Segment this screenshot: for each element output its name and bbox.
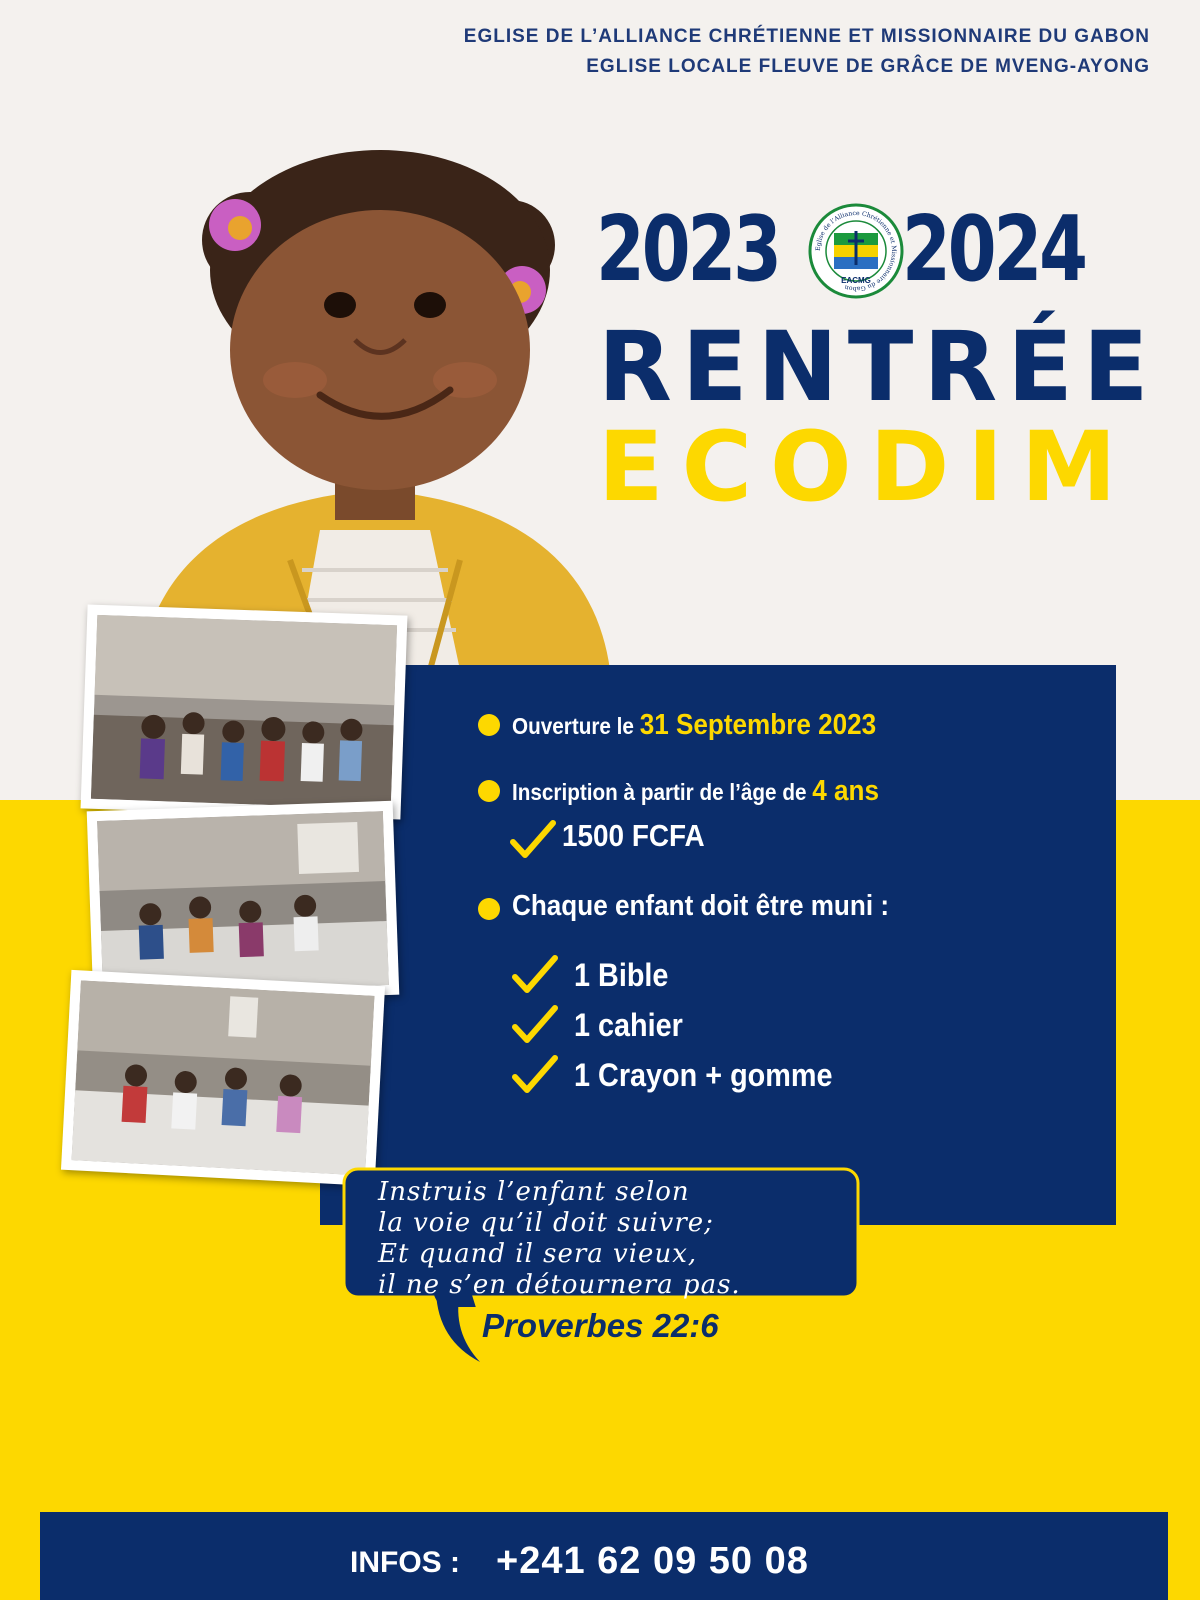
supply-item: 1 cahier (574, 1007, 683, 1043)
checkmark-icon (512, 955, 558, 993)
bubble-tail (436, 1292, 480, 1362)
verse-text: Instruis l’enfant selon la voie qu’il do… (378, 1177, 848, 1301)
checkmark-icon (510, 820, 556, 858)
fee-amount: 1500 FCFA (562, 818, 705, 853)
school-years: 2023 Eglise de l’Alliance Chrétienne et … (596, 195, 1116, 305)
verse-reference: Proverbes 22:6 (482, 1307, 719, 1344)
opening-date: 31 Septembre 2023 (639, 709, 877, 741)
church-name: EGLISE DE L’ALLIANCE CHRÉTIENNE ET MISSI… (463, 26, 1150, 47)
title-rentree: RENTRÉE (598, 311, 1159, 423)
phone-number[interactable]: +241 62 09 50 08 (496, 1539, 809, 1583)
verse-line: la voie qu’il doit suivre; (378, 1208, 714, 1238)
info-panel (320, 665, 1116, 1225)
supply-item: 1 Crayon + gomme (574, 1057, 833, 1093)
registration-line: Inscription à partir de l’âge de 4 ans (512, 773, 879, 810)
supply-item: 1 Bible (574, 957, 669, 993)
checkmark-icon (512, 1005, 558, 1043)
title-ecodim: ECODIM (598, 411, 1135, 523)
church-seal-icon: Eglise de l’Alliance Chrétienne et Missi… (808, 203, 904, 299)
registration-prefix: Inscription à partir de l’âge de (512, 779, 813, 805)
supplies-heading: Chaque enfant doit être muni : (512, 890, 890, 922)
checkmark-icon (512, 1055, 558, 1093)
year-start: 2023 (596, 197, 782, 302)
church-header: EGLISE DE L’ALLIANCE CHRÉTIENNE ET MISSI… (464, 22, 1150, 82)
verse-line: il ne s’en détournera pas. (378, 1270, 741, 1300)
opening-line: Ouverture le 31 Septembre 2023 (512, 707, 876, 744)
bullet-icon (478, 898, 500, 920)
verse-line: Instruis l’enfant selon (378, 1177, 690, 1207)
verse-line: Et quand il sera vieux, (378, 1239, 698, 1269)
year-end: 2024 (902, 197, 1088, 302)
info-label: INFOS : (350, 1546, 460, 1579)
bullet-icon (478, 780, 500, 802)
registration-age: 4 ans (812, 775, 879, 807)
girl-photo (140, 150, 610, 670)
bullet-icon (478, 714, 500, 736)
local-church-name: EGLISE LOCALE FLEUVE DE GRÂCE DE MVENG-A… (586, 56, 1150, 77)
classroom-photo (80, 604, 408, 820)
classroom-photo (60, 969, 386, 1187)
seal-abbrev: EACMG (841, 276, 871, 285)
opening-prefix: Ouverture le (512, 713, 640, 739)
